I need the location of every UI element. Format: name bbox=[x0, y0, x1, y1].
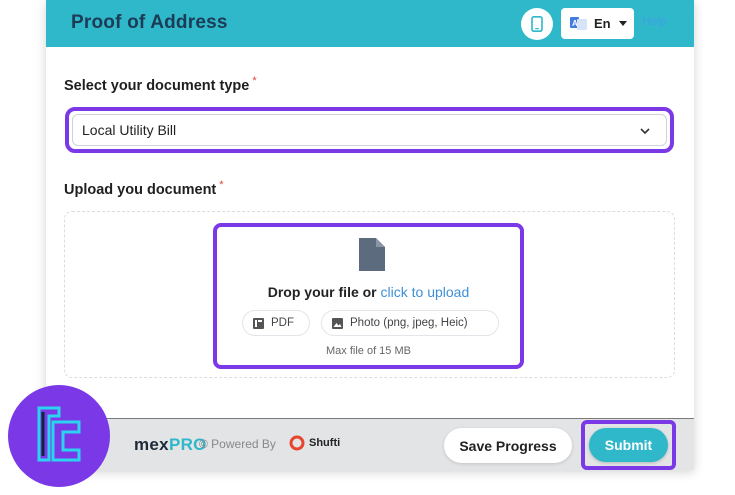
document-type-value: Local Utility Bill bbox=[82, 122, 177, 138]
document-type-label-text: Select your document type bbox=[64, 78, 250, 94]
document-type-label: Select your document type * bbox=[64, 75, 257, 94]
format-pill-pdf: PDF bbox=[242, 310, 310, 336]
pdf-icon bbox=[253, 317, 264, 329]
help-link[interactable]: Help bbox=[642, 14, 667, 28]
header-bar: Proof of Address A En Help bbox=[46, 0, 694, 47]
document-type-select-highlight: Local Utility Bill bbox=[65, 107, 674, 153]
max-file-size: Max file of 15 MB bbox=[326, 345, 411, 357]
page-title: Proof of Address bbox=[71, 12, 228, 33]
click-to-upload-link[interactable]: click to upload bbox=[381, 284, 470, 300]
shufti-logo-icon bbox=[289, 435, 305, 451]
format-photo-label: Photo (png, jpeg, Heic) bbox=[350, 317, 468, 329]
submit-highlight: Submit bbox=[581, 420, 676, 470]
translate-icon: A bbox=[570, 17, 587, 30]
required-mark: * bbox=[219, 179, 224, 191]
language-selector[interactable]: A En bbox=[561, 8, 634, 39]
chevron-down-icon bbox=[640, 128, 650, 135]
phone-icon bbox=[531, 16, 543, 32]
upload-label-text: Upload you document bbox=[64, 182, 217, 198]
document-type-select[interactable]: Local Utility Bill bbox=[72, 114, 667, 146]
file-icon bbox=[359, 238, 385, 271]
format-pdf-label: PDF bbox=[271, 317, 294, 329]
drop-text: Drop your file or bbox=[267, 284, 377, 300]
caret-down-icon bbox=[618, 21, 627, 26]
powered-by-text: © Powered By bbox=[199, 437, 276, 451]
provider-name: Shufti bbox=[309, 437, 341, 449]
svg-text:A: A bbox=[572, 19, 578, 28]
tc-logo-icon bbox=[37, 406, 81, 462]
format-pill-photo: Photo (png, jpeg, Heic) bbox=[321, 310, 499, 336]
upload-label: Upload you document * bbox=[64, 179, 224, 198]
image-icon bbox=[332, 317, 343, 329]
drop-instructions: Drop your file or click to upload bbox=[217, 284, 520, 300]
mobile-device-button[interactable] bbox=[521, 8, 553, 40]
brand-logo: mexPRO bbox=[134, 435, 207, 455]
upload-area[interactable]: Drop your file or click to upload PDF Ph… bbox=[213, 223, 524, 369]
watermark-badge bbox=[8, 385, 110, 487]
brand-prefix: mex bbox=[134, 435, 169, 454]
required-mark: * bbox=[252, 75, 257, 87]
submit-button[interactable]: Submit bbox=[589, 428, 668, 462]
language-label: En bbox=[594, 16, 611, 31]
save-progress-button[interactable]: Save Progress bbox=[444, 428, 572, 463]
